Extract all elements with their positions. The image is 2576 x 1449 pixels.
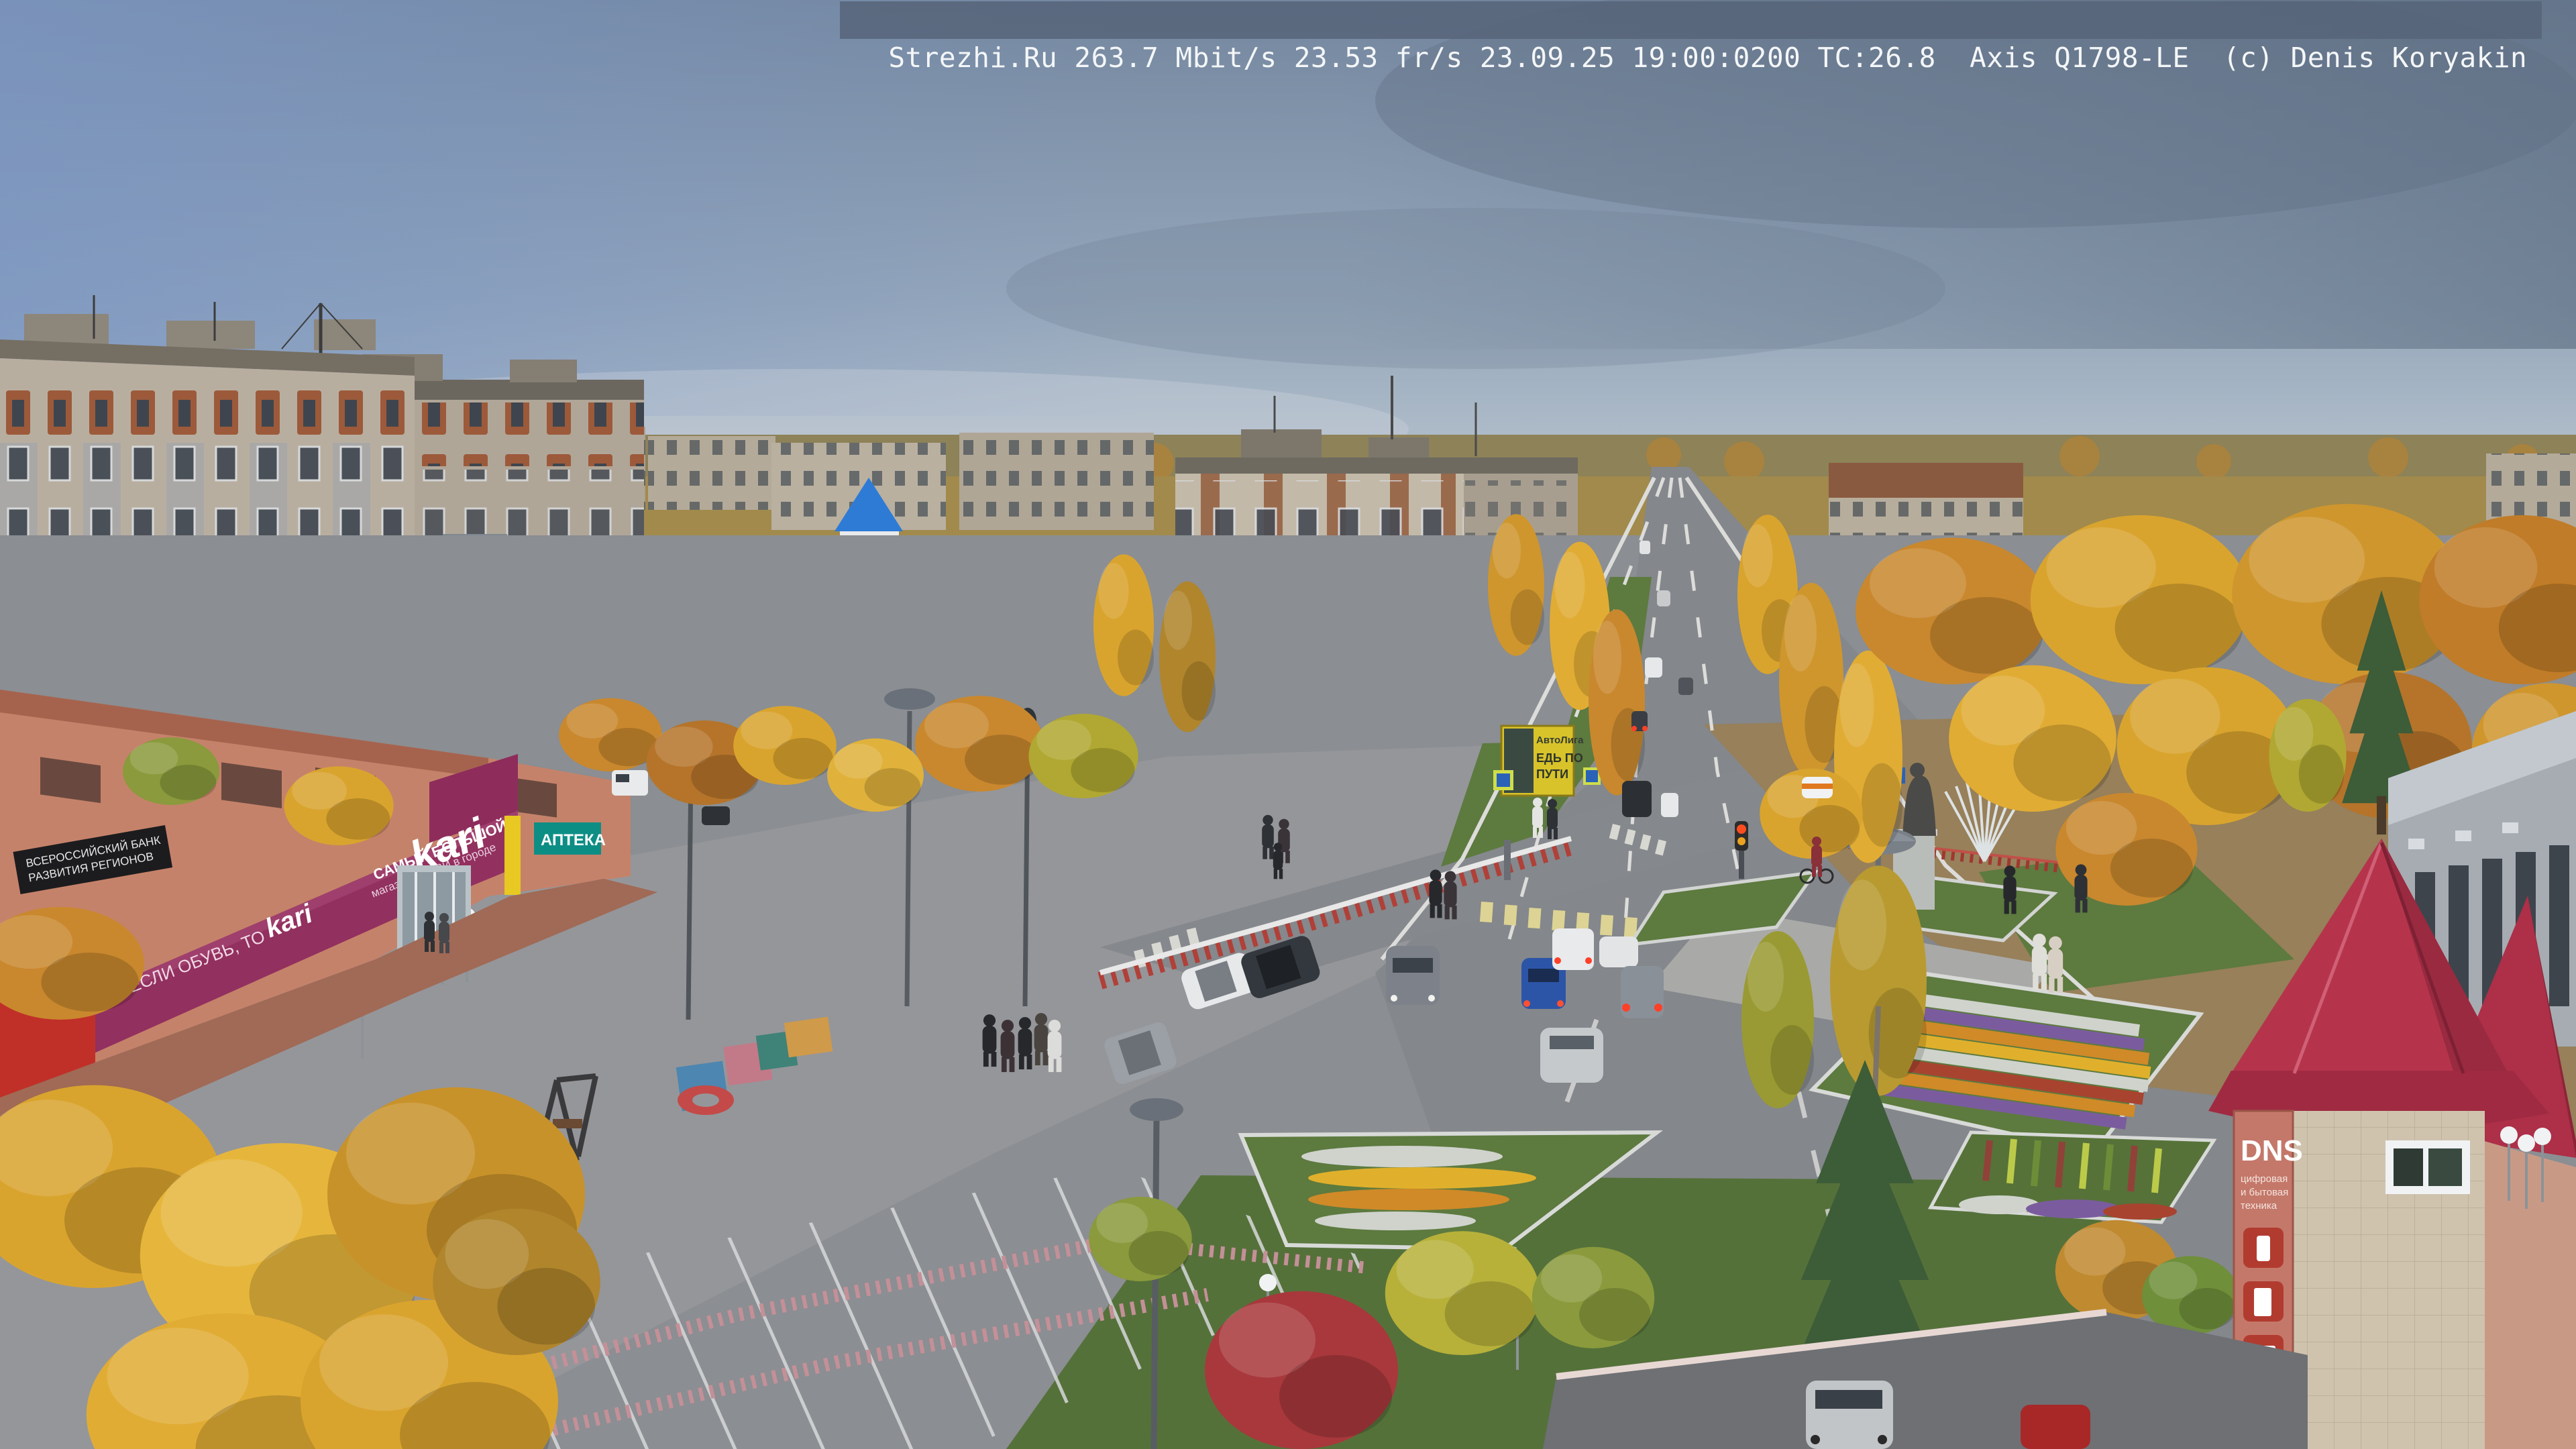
pharmacy-sign-text: АПТЕКА: [541, 831, 606, 849]
parked-red-car: [2021, 1405, 2090, 1449]
dns-window: [2385, 1140, 2470, 1194]
billboard-line2: ПУТИ: [1536, 767, 1568, 781]
dns-logo-text: DNS: [2241, 1134, 2303, 1167]
driving-gray-suv: [1386, 946, 1440, 1005]
police-car: [1802, 777, 1833, 798]
white-suv-rear: [1552, 928, 1594, 970]
webcam-frame: АвтоЛига ЕДЬ ПО ПУТИ kari ЕСЛИ ОБУВЬ, ТО…: [0, 0, 2576, 1449]
dns-sub1-text: цифровая: [2241, 1173, 2288, 1185]
distant-block-center: [771, 433, 1154, 530]
parked-van: [612, 770, 648, 796]
dark-suv-right: [1622, 781, 1652, 817]
caption-text: Strezhi.Ru 263.7 Mbit/s 23.53 fr/s 23.09…: [888, 42, 2528, 74]
silver-suv-away: [1540, 1028, 1603, 1083]
billboard-brand: АвтоЛига: [1536, 735, 1584, 746]
white-suv: [1599, 936, 1638, 967]
flower-bed-grasses: [1927, 1130, 2217, 1224]
parked-minivan: [1806, 1381, 1893, 1449]
gray-hatch-rear: [1621, 966, 1664, 1018]
white-car-right: [1661, 793, 1678, 817]
cloud: [1006, 208, 1945, 369]
parked-car-dark: [702, 806, 730, 825]
dns-sub3-text: техника: [2241, 1200, 2277, 1212]
caption-bar: Strezhi.Ru 263.7 Mbit/s 23.53 fr/s 23.09…: [840, 1, 2542, 74]
dns-sub2-text: и бытовая: [2241, 1187, 2288, 1198]
globe-lamps-dns: [2500, 1126, 2551, 1209]
city-panorama: АвтоЛига ЕДЬ ПО ПУТИ kari ЕСЛИ ОБУВЬ, ТО…: [0, 0, 2576, 1449]
pharmacy-sign: АПТЕКА: [534, 822, 606, 855]
dns-far-tower-wall: [2482, 1140, 2576, 1449]
yellow-banner: [504, 816, 521, 895]
billboard-line1: ЕДЬ ПО: [1536, 751, 1583, 765]
